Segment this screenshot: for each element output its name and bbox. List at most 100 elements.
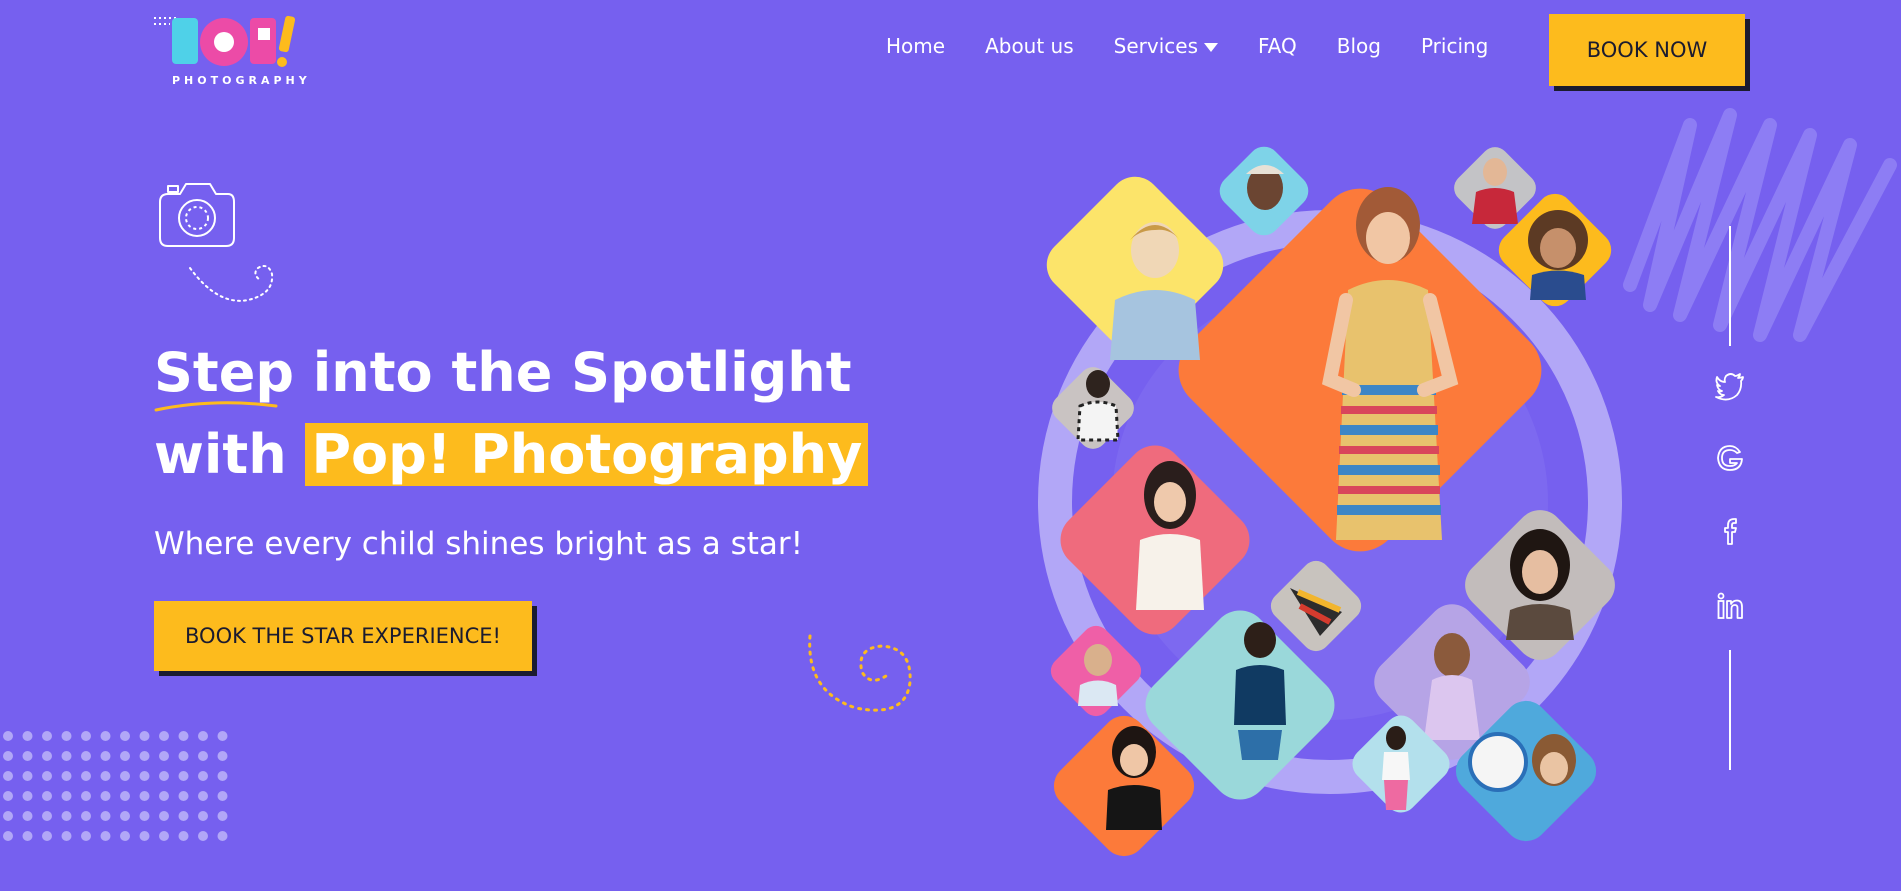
grid-dot [42, 791, 52, 801]
logo-subtitle: PHOTOGRAPHY [172, 74, 311, 87]
grid-dot [42, 831, 52, 841]
hero-headline: Step into the Spotlight with Pop! Photog… [154, 332, 869, 496]
grid-dot [217, 751, 228, 761]
caret-down-icon [1204, 42, 1218, 52]
grid-dot [159, 731, 169, 741]
nav-item-about-us[interactable]: About us [985, 34, 1074, 58]
nav-item-faq[interactable]: FAQ [1258, 34, 1297, 58]
grid-dot [159, 771, 169, 781]
nav-item-home[interactable]: Home [886, 34, 945, 58]
grid-dot [100, 731, 111, 741]
grid-dot [81, 831, 91, 841]
twitter-icon[interactable] [1712, 367, 1748, 403]
grid-dot [42, 751, 52, 761]
nav-label: Services [1113, 34, 1198, 58]
google-icon[interactable] [1712, 440, 1748, 476]
grid-dot [22, 791, 33, 801]
grid-dot [61, 751, 72, 761]
grid-dot [198, 791, 208, 801]
grid-dot [3, 831, 13, 841]
rail-line-bottom [1729, 650, 1731, 770]
headline-rest: into the Spotlight [293, 341, 852, 404]
dotted-swirl-decoration [189, 265, 274, 302]
nav-label: Pricing [1420, 34, 1489, 58]
rail-line-top [1729, 226, 1731, 346]
nav-label: Blog [1336, 34, 1381, 58]
grid-dot [81, 771, 91, 781]
grid-dot [139, 771, 150, 781]
grid-dot [22, 811, 33, 821]
grid-dot [61, 811, 72, 821]
headline-underlined-word: Step [154, 332, 294, 414]
grid-dot [100, 791, 111, 801]
nav-item-services[interactable]: Services [1114, 34, 1218, 58]
grid-dot [81, 811, 91, 821]
grid-dot [178, 791, 189, 801]
facebook-icon[interactable] [1712, 513, 1748, 549]
headline-highlight: Pop! Photography [305, 423, 869, 486]
main-nav: Home About us Services FAQ Blog Pricing [886, 34, 1488, 58]
grid-dot [61, 731, 72, 741]
grid-dot [139, 751, 150, 761]
grid-dot [81, 751, 91, 761]
grid-dot [61, 771, 72, 781]
nav-item-pricing[interactable]: Pricing [1421, 34, 1488, 58]
grid-dot [22, 771, 33, 781]
grid-dot [81, 731, 91, 741]
grid-dot [198, 771, 208, 781]
grid-dot [3, 751, 13, 761]
grid-dot [139, 811, 150, 821]
grid-dot [81, 791, 91, 801]
grid-dot [178, 751, 189, 761]
grid-dot [22, 831, 33, 841]
hero-subhead: Where every child shines bright as a sta… [154, 526, 804, 562]
underline-swoosh [154, 401, 278, 412]
dot-grid-decoration [3, 731, 228, 841]
linkedin-icon[interactable] [1712, 588, 1748, 624]
grid-dot [159, 831, 169, 841]
grid-dot [61, 831, 72, 841]
book-star-experience-button[interactable]: BOOK THE STAR EXPERIENCE! [154, 601, 532, 671]
grid-dot [61, 791, 72, 801]
grid-dot [139, 731, 150, 741]
scribble-decoration [1623, 108, 1897, 342]
grid-dot [159, 791, 169, 801]
grid-dot [42, 811, 52, 821]
grid-dot [217, 791, 228, 801]
grid-dot [22, 751, 33, 761]
logo-graphic [154, 15, 296, 67]
grid-dot [100, 831, 111, 841]
book-now-button[interactable]: BOOK NOW [1549, 14, 1745, 86]
grid-dot [3, 731, 13, 741]
nav-label: FAQ [1258, 34, 1297, 58]
nav-label: Home [886, 34, 946, 58]
grid-dot [198, 731, 208, 741]
camera-icon [159, 183, 235, 247]
grid-dot [42, 731, 52, 741]
headline-with: with [154, 423, 306, 486]
grid-dot [159, 811, 169, 821]
grid-dot [178, 831, 189, 841]
grid-dot [198, 751, 208, 761]
grid-dot [178, 771, 189, 781]
grid-dot [42, 771, 52, 781]
yellow-swirl-decoration [808, 634, 912, 712]
grid-dot [100, 811, 111, 821]
nav-label: About us [985, 34, 1074, 58]
grid-dot [100, 751, 111, 761]
grid-dot [120, 771, 130, 781]
nav-item-blog[interactable]: Blog [1337, 34, 1381, 58]
grid-dot [198, 831, 208, 841]
grid-dot [22, 731, 33, 741]
photo-collage [1038, 146, 1622, 857]
grid-dot [120, 831, 130, 841]
logo[interactable]: PHOTOGRAPHY [154, 10, 314, 88]
headline-line-2: with Pop! Photography [154, 414, 869, 496]
grid-dot [217, 831, 228, 841]
grid-dot [159, 751, 169, 761]
grid-dot [100, 771, 111, 781]
grid-dot [120, 811, 130, 821]
headline-line-1: Step into the Spotlight [154, 332, 868, 414]
grid-dot [178, 811, 189, 821]
grid-dot [217, 811, 228, 821]
